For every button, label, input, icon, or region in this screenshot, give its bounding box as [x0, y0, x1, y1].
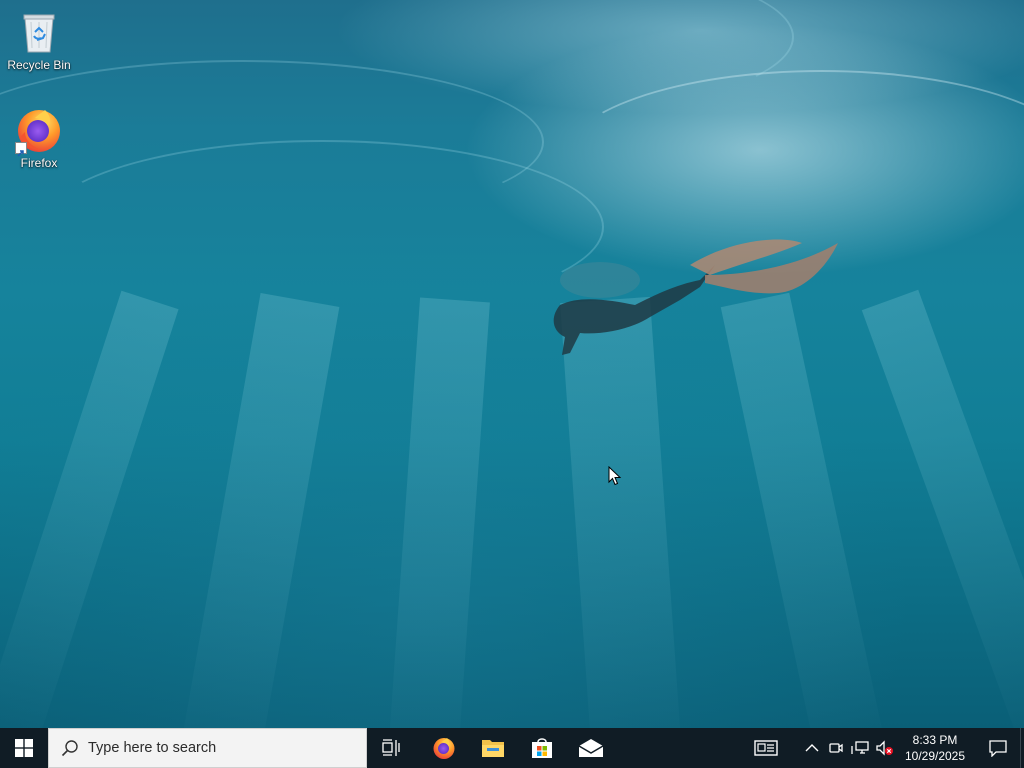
taskbar: Type here to search 8:33 PM 10/29/2025 — [0, 728, 1024, 768]
task-view-icon — [382, 739, 400, 756]
wallpaper-light-ray — [0, 290, 179, 728]
search-icon — [61, 740, 78, 757]
network-button[interactable] — [848, 728, 872, 768]
desktop-icon-firefox[interactable]: Firefox — [1, 106, 77, 170]
folder-icon — [482, 740, 504, 757]
show-hidden-icons-button[interactable] — [800, 728, 824, 768]
desktop-icon-recycle-bin[interactable]: Recycle Bin — [1, 8, 77, 72]
chevron-up-icon — [805, 744, 819, 752]
wallpaper-light-ray — [177, 293, 340, 728]
desktop-icon-label: Recycle Bin — [7, 58, 71, 72]
system-tray: 8:33 PM 10/29/2025 — [742, 728, 1024, 768]
taskbar-firefox-button[interactable] — [420, 728, 468, 768]
desktop-icon-label: Firefox — [20, 156, 58, 170]
recycle-bin-icon — [15, 8, 63, 56]
taskbar-store-button[interactable] — [518, 728, 566, 768]
wallpaper-swimmer — [553, 239, 838, 355]
mouse-cursor-icon — [608, 466, 622, 486]
firefox-icon — [15, 106, 63, 157]
taskbar-search-box[interactable]: Type here to search — [48, 728, 367, 768]
action-center-button[interactable] — [976, 728, 1020, 768]
meet-now-button[interactable] — [824, 728, 848, 768]
firefox-icon — [433, 738, 455, 759]
task-view-button[interactable] — [368, 728, 416, 768]
show-desktop-button[interactable] — [1020, 728, 1024, 768]
meet-now-icon — [829, 743, 843, 753]
wallpaper-ripple — [40, 140, 604, 314]
network-icon — [851, 741, 869, 754]
search-placeholder: Type here to search — [88, 740, 217, 756]
clock-time: 8:33 PM — [912, 733, 958, 747]
taskbar-clock[interactable]: 8:33 PM 10/29/2025 — [898, 732, 972, 764]
mail-icon — [578, 739, 604, 757]
volume-button[interactable] — [872, 728, 896, 768]
taskbar-file-explorer-button[interactable] — [469, 728, 517, 768]
volume-muted-icon — [876, 740, 893, 756]
shortcut-arrow-icon — [15, 142, 27, 157]
windows-logo-icon — [15, 739, 33, 757]
news-widget-button[interactable] — [742, 728, 790, 768]
wallpaper-light-ray — [861, 289, 1024, 728]
clock-date: 10/29/2025 — [904, 749, 966, 763]
wallpaper-light-ray — [386, 297, 490, 728]
notification-icon — [989, 740, 1007, 757]
taskbar-mail-button[interactable] — [567, 728, 615, 768]
news-icon — [754, 740, 778, 756]
start-button[interactable] — [0, 728, 48, 768]
desktop-wallpaper: Recycle Bin Firefox — [0, 0, 1024, 728]
store-icon — [532, 738, 552, 758]
